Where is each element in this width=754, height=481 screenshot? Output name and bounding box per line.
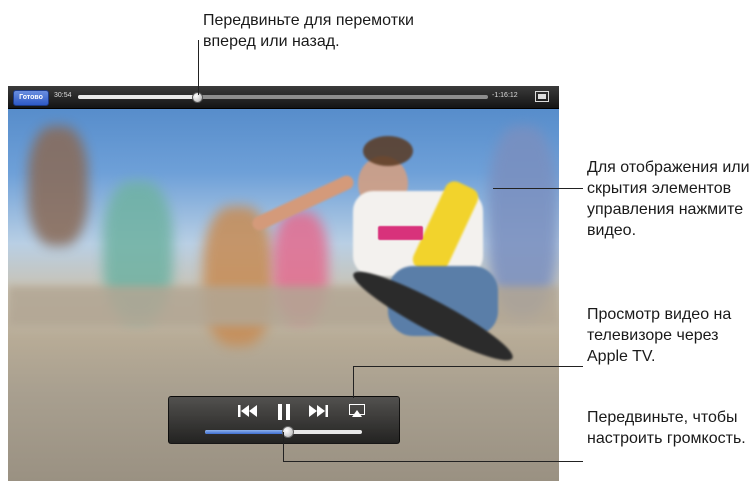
scrub-callout: Передвиньте для перемотки вперед или наз… (203, 12, 414, 50)
skip-forward-icon[interactable] (306, 404, 330, 422)
remaining-time: -1:16:12 (492, 92, 518, 99)
volume-level (205, 430, 289, 434)
scrubber-progress (78, 95, 197, 99)
volume-callout-line-h (283, 461, 583, 462)
playback-controls (168, 396, 400, 444)
scrubber[interactable] (78, 92, 488, 103)
volume-callout: Передвиньте, чтобы настроить громкость. (587, 409, 746, 447)
toggle-callout-line (493, 188, 583, 189)
skip-back-icon[interactable] (236, 404, 260, 422)
volume-callout-line (283, 432, 284, 462)
toggle-controls-callout: Для отображения или скрытия элементов уп… (587, 159, 750, 239)
airplay-callout: Просмотр видео на телевизоре через Apple… (587, 306, 732, 365)
volume-handle[interactable] (282, 426, 295, 438)
airplay-callout-line (353, 366, 354, 398)
elapsed-time: 30:54 (54, 92, 72, 99)
scrub-callout-line (198, 40, 199, 95)
pause-icon[interactable] (274, 404, 294, 424)
fill-screen-icon[interactable] (535, 91, 549, 102)
video-frame[interactable]: Готово 30:54 -1:16:12 (8, 86, 559, 481)
airplay-callout-line-h (353, 366, 583, 367)
airplay-icon[interactable] (346, 404, 368, 422)
playback-top-bar: Готово 30:54 -1:16:12 (8, 86, 559, 109)
done-button[interactable]: Готово (13, 90, 49, 106)
